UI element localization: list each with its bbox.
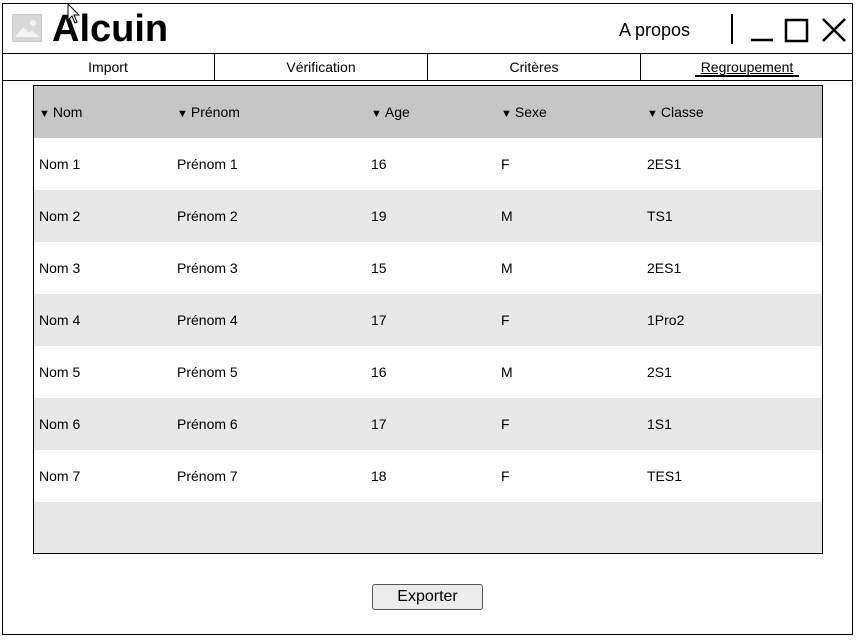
about-link[interactable]: A propos (619, 19, 690, 41)
table-row[interactable]: Nom 4 Prénom 4 17 F 1Pro2 (34, 294, 822, 346)
table-row[interactable]: Nom 5 Prénom 5 16 M 2S1 (34, 346, 822, 398)
column-header-age[interactable]: ▼ Age (371, 86, 410, 140)
tab-import[interactable]: Import (2, 54, 215, 80)
sort-down-icon: ▼ (177, 108, 188, 120)
mouse-cursor-icon (67, 2, 81, 30)
column-header-classe[interactable]: ▼ Classe (647, 86, 704, 140)
sort-down-icon: ▼ (501, 108, 512, 120)
cell-sexe: F (501, 156, 510, 172)
cell-sexe: M (501, 364, 513, 380)
tab-criteres[interactable]: Critères (428, 54, 641, 80)
cell-nom: Nom 3 (39, 260, 81, 276)
table-row[interactable]: Nom 2 Prénom 2 19 M TS1 (34, 190, 822, 242)
cell-age: 19 (371, 208, 387, 224)
cell-nom: Nom 5 (39, 364, 81, 380)
cell-prenom: Prénom 7 (177, 468, 238, 484)
cell-nom: Nom 2 (39, 208, 81, 224)
tab-verification[interactable]: Vérification (215, 54, 428, 80)
cell-sexe: M (501, 208, 513, 224)
cell-prenom: Prénom 1 (177, 156, 238, 172)
sort-down-icon: ▼ (39, 108, 50, 120)
tab-bar: Import Vérification Critères Regroupemen… (2, 53, 853, 81)
cell-classe: 2ES1 (647, 156, 682, 172)
cell-prenom: Prénom 3 (177, 260, 238, 276)
cell-prenom: Prénom 5 (177, 364, 238, 380)
table-header: ▼ Nom ▼ Prénom ▼ Age ▼ Sexe ▼ Classe (34, 86, 822, 138)
cell-age: 15 (371, 260, 387, 276)
export-button[interactable]: Exporter (372, 584, 483, 610)
cell-classe: TES1 (647, 468, 683, 484)
table-row[interactable]: Nom 7 Prénom 7 18 F TES1 (34, 450, 822, 502)
sort-down-icon: ▼ (647, 108, 658, 120)
cell-sexe: F (501, 468, 510, 484)
cell-age: 18 (371, 468, 387, 484)
cell-sexe: M (501, 260, 513, 276)
cell-nom: Nom 7 (39, 468, 81, 484)
column-header-nom[interactable]: ▼ Nom (39, 86, 82, 140)
cell-age: 17 (371, 312, 387, 328)
cell-prenom: Prénom 6 (177, 416, 238, 432)
cell-age: 16 (371, 364, 387, 380)
cell-sexe: F (501, 416, 510, 432)
tab-regroupement[interactable]: Regroupement (641, 54, 853, 80)
cell-classe: TS1 (647, 208, 673, 224)
image-placeholder-icon (12, 14, 42, 42)
cell-nom: Nom 6 (39, 416, 81, 432)
minimize-icon[interactable] (748, 14, 778, 44)
cell-age: 17 (371, 416, 387, 432)
title-separator (731, 14, 733, 44)
cell-nom: Nom 1 (39, 156, 81, 172)
cell-age: 16 (371, 156, 387, 172)
table-row[interactable]: Nom 6 Prénom 6 17 F 1S1 (34, 398, 822, 450)
close-icon[interactable] (819, 14, 849, 44)
column-header-sexe[interactable]: ▼ Sexe (501, 86, 547, 140)
cell-nom: Nom 4 (39, 312, 81, 328)
cell-sexe: F (501, 312, 510, 328)
column-header-prenom[interactable]: ▼ Prénom (177, 86, 240, 140)
cell-classe: 1Pro2 (647, 312, 685, 328)
students-table: ▼ Nom ▼ Prénom ▼ Age ▼ Sexe ▼ Classe Nom 1 Pr… (33, 85, 823, 554)
cell-classe: 2S1 (647, 364, 672, 380)
cell-prenom: Prénom 4 (177, 312, 238, 328)
sort-down-icon: ▼ (371, 108, 382, 120)
cell-classe: 1S1 (647, 416, 672, 432)
maximize-icon[interactable] (783, 14, 813, 44)
cell-classe: 2ES1 (647, 260, 682, 276)
cell-prenom: Prénom 2 (177, 208, 238, 224)
table-row[interactable]: Nom 1 Prénom 1 16 F 2ES1 (34, 138, 822, 190)
table-row[interactable]: Nom 3 Prénom 3 15 M 2ES1 (34, 242, 822, 294)
